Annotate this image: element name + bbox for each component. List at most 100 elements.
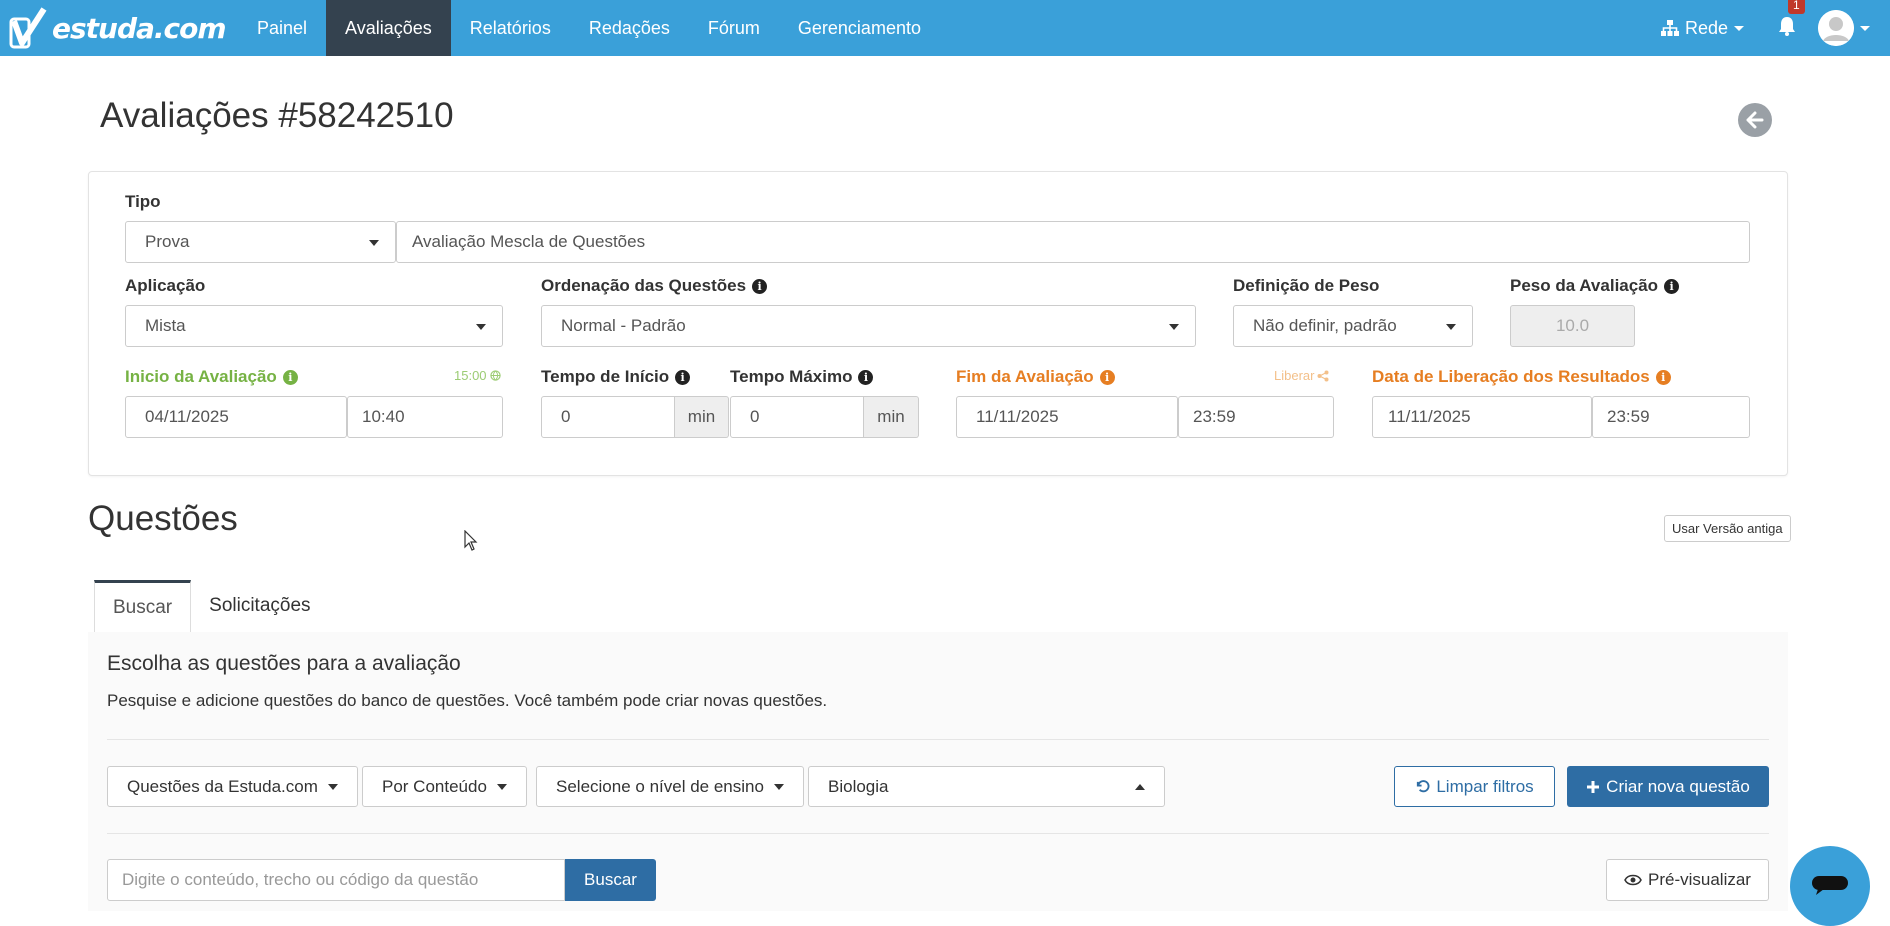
checkmark-logo-icon (9, 7, 47, 49)
tempo-inicio-label-text: Tempo de Início (541, 367, 670, 386)
liberacao-time-input[interactable]: 23:59 (1592, 396, 1750, 438)
undo-icon (1417, 780, 1430, 793)
chevron-up-icon (1135, 783, 1145, 790)
tempo-maximo-value: 0 (750, 407, 760, 426)
info-icon[interactable]: i (1099, 369, 1115, 385)
tab-buscar[interactable]: Buscar (94, 580, 192, 632)
rede-menu[interactable]: Rede (1660, 17, 1744, 39)
mouse-cursor-icon (464, 530, 478, 551)
liberacao-date-value: 11/11/2025 (1388, 407, 1471, 426)
nav-forum[interactable]: Fórum (689, 0, 779, 56)
mode-filter-dropdown[interactable]: Por Conteúdo (362, 766, 527, 807)
rede-label: Rede (1684, 17, 1728, 38)
mode-filter-label: Por Conteúdo (382, 776, 487, 796)
nav-relatorios[interactable]: Relatórios (451, 0, 570, 56)
questoes-tabs: Buscar Solicitações (94, 580, 329, 632)
arrow-left-icon (1746, 111, 1764, 129)
tempo-inicio-unit-text: min (687, 407, 716, 426)
liberar-link[interactable]: Liberar (1274, 368, 1329, 383)
chat-icon (1812, 876, 1848, 895)
info-icon[interactable]: i (1655, 369, 1671, 385)
chevron-down-icon (327, 783, 338, 790)
level-filter-dropdown[interactable]: Selecione o nível de ensino (536, 766, 804, 807)
fim-time-input[interactable]: 23:59 (1178, 396, 1334, 438)
ordenacao-label: Ordenação das Questões i (541, 276, 768, 296)
top-navbar: estuda.com Painel Avaliações Relatórios … (0, 0, 1890, 56)
tipo-value: Prova (145, 232, 190, 251)
fim-label: Fim da Avaliação i (956, 367, 1115, 387)
fim-time-value: 23:59 (1193, 407, 1236, 426)
fim-label-text: Fim da Avaliação (956, 367, 1094, 386)
evaluation-name-value: Avaliação Mescla de Questões (412, 232, 646, 251)
tab-solicitacoes[interactable]: Solicitações (191, 580, 328, 632)
logo-text: estuda.com (52, 11, 227, 45)
ordenacao-select[interactable]: Normal - Padrão (541, 305, 1196, 347)
liberacao-label-text: Data de Liberação dos Resultados (1372, 367, 1650, 386)
preview-button[interactable]: Pré-visualizar (1606, 859, 1769, 901)
aplicacao-label-text: Aplicação (125, 276, 206, 295)
info-icon[interactable]: i (858, 369, 874, 385)
inicio-date-input[interactable]: 04/11/2025 (125, 396, 347, 438)
tempo-maximo-label: Tempo Máximo i (730, 367, 874, 387)
tempo-inicio-unit: min (675, 396, 729, 438)
eye-icon (1624, 874, 1642, 886)
peso-label-text: Peso da Avaliação (1510, 276, 1659, 295)
tempo-inicio-label: Tempo de Início i (541, 367, 691, 387)
aplicacao-select[interactable]: Mista (125, 305, 503, 347)
avatar (1818, 10, 1854, 46)
chevron-down-icon (773, 783, 784, 790)
source-filter-dropdown[interactable]: Questões da Estuda.com (107, 766, 358, 807)
globe-icon (489, 370, 501, 381)
user-menu[interactable] (1818, 10, 1870, 46)
inicio-label-text: Inicio da Avaliação (125, 367, 277, 386)
nav-avaliacoes[interactable]: Avaliações (326, 0, 451, 56)
clear-filters-button[interactable]: Limpar filtros (1394, 766, 1555, 807)
search-heading: Escolha as questões para a avaliação (107, 652, 461, 675)
fim-date-input[interactable]: 11/11/2025 (956, 396, 1178, 438)
liberacao-time-value: 23:59 (1607, 407, 1650, 426)
nav-gerenciamento[interactable]: Gerenciamento (779, 0, 940, 56)
old-version-button[interactable]: Usar Versão antiga (1664, 515, 1791, 542)
ordenacao-label-text: Ordenação das Questões (541, 276, 747, 295)
tipo-select[interactable]: Prova (125, 221, 396, 263)
logo[interactable]: estuda.com (0, 0, 238, 56)
subject-filter-label: Biologia (828, 776, 889, 796)
create-question-label: Criar nova questão (1606, 776, 1750, 796)
inicio-date-value: 04/11/2025 (145, 407, 229, 426)
peso-label: Peso da Avaliação i (1510, 276, 1680, 296)
info-icon[interactable]: i (752, 278, 768, 294)
create-question-button[interactable]: Criar nova questão (1567, 766, 1769, 807)
info-icon[interactable]: i (675, 369, 691, 385)
aplicacao-value: Mista (145, 316, 186, 335)
question-search-input[interactable] (107, 859, 565, 901)
sitemap-icon (1660, 20, 1679, 36)
definicao-peso-select[interactable]: Não definir, padrão (1233, 305, 1473, 347)
back-button[interactable] (1738, 103, 1772, 137)
search-button[interactable]: Buscar (565, 859, 656, 901)
nav-painel[interactable]: Painel (238, 0, 326, 56)
user-icon (1818, 10, 1854, 46)
evaluation-name-input[interactable]: Avaliação Mescla de Questões (396, 221, 1750, 263)
inicio-hint[interactable]: 15:00 (454, 368, 501, 383)
notifications-button[interactable]: 1 (1778, 0, 1805, 41)
inicio-time-input[interactable]: 10:40 (347, 396, 503, 438)
chat-widget-button[interactable] (1790, 846, 1870, 926)
info-icon[interactable]: i (1664, 278, 1680, 294)
definicao-peso-label: Definição de Peso (1233, 276, 1379, 296)
notification-badge: 1 (1788, 0, 1805, 14)
subject-filter-dropdown[interactable]: Biologia (808, 766, 1165, 807)
page-title: Avaliações #58242510 (100, 96, 454, 135)
share-icon (1317, 370, 1329, 381)
tempo-maximo-input[interactable]: 0 (730, 396, 864, 438)
tempo-inicio-input[interactable]: 0 (541, 396, 675, 438)
divider (107, 739, 1769, 740)
liberar-text: Liberar (1274, 368, 1315, 383)
liberacao-label: Data de Liberação dos Resultados i (1372, 367, 1671, 387)
info-icon[interactable]: i (282, 369, 298, 385)
peso-value: 10.0 (1555, 316, 1590, 335)
divider (107, 833, 1769, 834)
clear-filters-label: Limpar filtros (1436, 776, 1534, 796)
ordenacao-value: Normal - Padrão (561, 316, 686, 335)
liberacao-date-input[interactable]: 11/11/2025 (1372, 396, 1592, 438)
nav-redacoes[interactable]: Redações (570, 0, 689, 56)
